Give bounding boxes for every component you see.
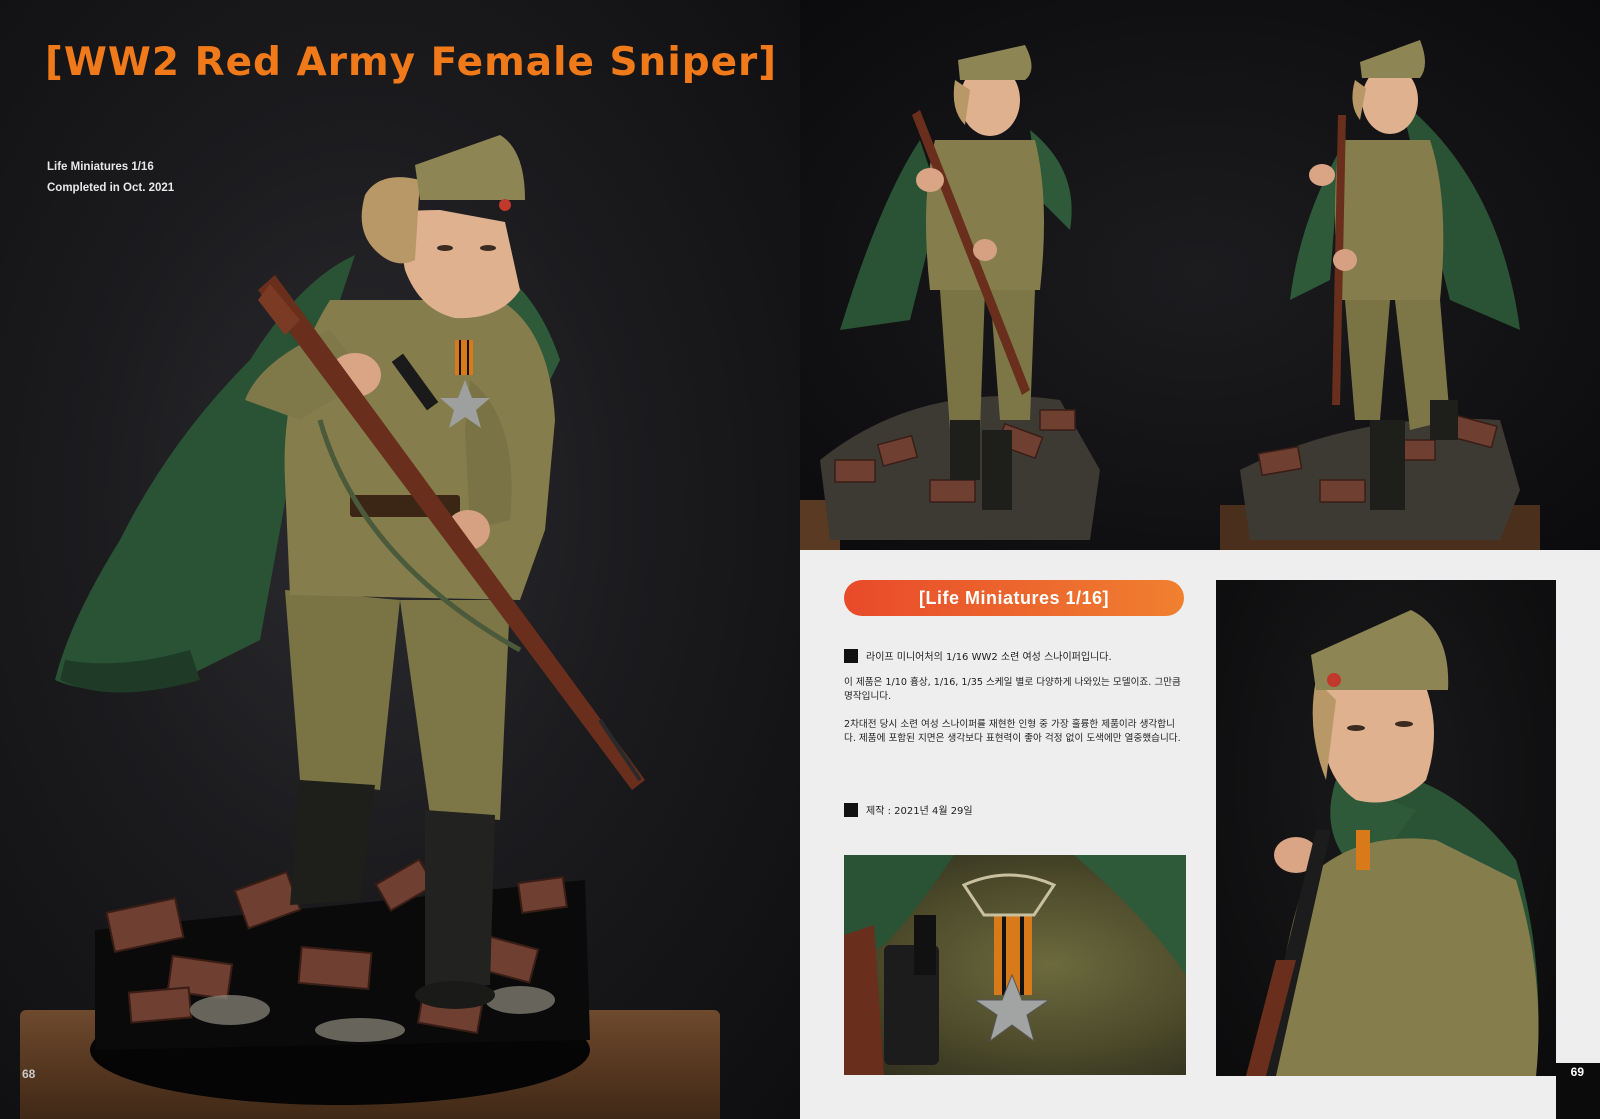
main-figure-photo bbox=[55, 135, 645, 1105]
bust-closeup-photo bbox=[1216, 580, 1556, 1076]
paragraph-review: 2차대전 당시 소련 여성 스나이퍼를 재현한 인형 중 가장 훌륭한 제품이라… bbox=[844, 719, 1181, 744]
intro-text: 라이프 미니어처의 1/16 WW2 소련 여성 스나이퍼입니다. bbox=[866, 652, 1112, 663]
left-page: [WW2 Red Army Female Sniper] Life Miniat… bbox=[0, 0, 800, 1119]
page-number-left: 68 bbox=[22, 1067, 36, 1081]
figure-front-view bbox=[820, 45, 1100, 540]
right-page: [Life Miniatures 1/16] 라이프 미니어처의 1/16 WW… bbox=[800, 0, 1600, 1119]
intro-bullet: 라이프 미니어처의 1/16 WW2 소련 여성 스나이퍼입니다. bbox=[844, 648, 1112, 663]
paragraph-scale-info: 이 제품은 1/10 흉상, 1/16, 1/35 스케일 별로 다양하게 나와… bbox=[844, 677, 1181, 702]
section-header-pill: [Life Miniatures 1/16] bbox=[844, 580, 1184, 616]
date-bullet: 제작 : 2021년 4월 29일 bbox=[844, 802, 973, 817]
chest-detail-photo bbox=[844, 855, 1186, 1075]
figure-views-photo bbox=[800, 0, 1600, 550]
production-date: 제작 : 2021년 4월 29일 bbox=[866, 806, 973, 817]
bullet-square-icon bbox=[844, 802, 858, 817]
bullet-square-icon bbox=[844, 648, 858, 663]
page-number-right: 69 bbox=[1570, 1065, 1584, 1079]
figure-side-view bbox=[1240, 40, 1520, 540]
